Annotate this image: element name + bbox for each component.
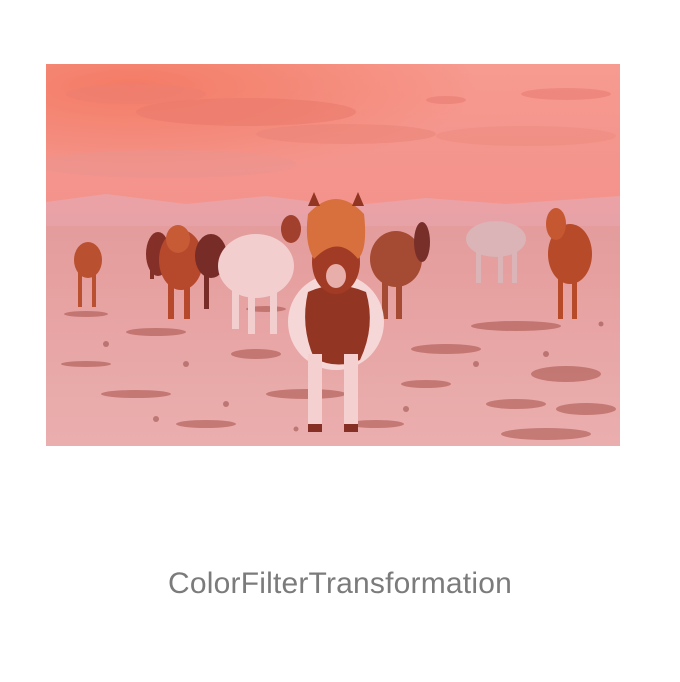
transformation-caption: ColorFilterTransformation xyxy=(168,567,512,600)
color-filter-overlay xyxy=(46,64,620,446)
transformation-card: ColorFilterTransformation xyxy=(0,0,680,682)
filtered-image xyxy=(46,64,620,446)
horses-photo xyxy=(46,64,620,446)
